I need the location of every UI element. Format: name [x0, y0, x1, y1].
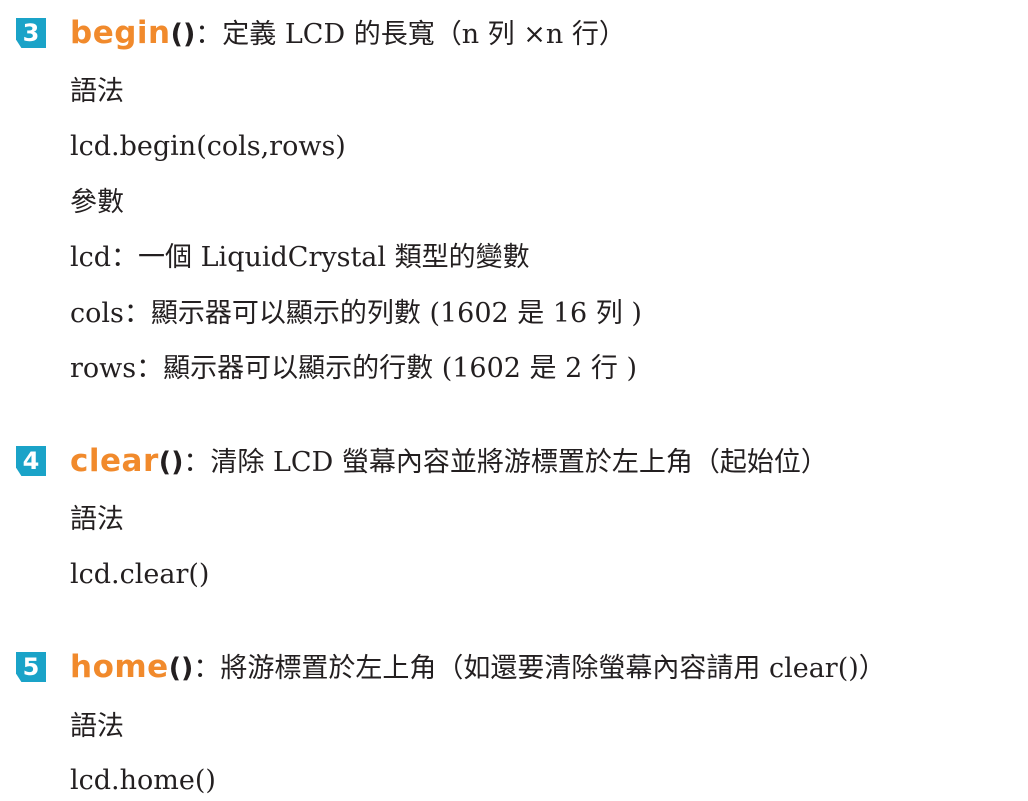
function-parens: ()	[170, 19, 196, 50]
params-label: 參數	[70, 187, 124, 218]
function-name: clear	[70, 443, 159, 479]
syntax-label: 語法	[70, 504, 124, 535]
syntax-code: lcd.clear()	[70, 559, 210, 590]
section-number-badge: 3	[16, 18, 46, 48]
function-description: ：將游標置於左上角（如還要清除螢幕內容請用 clear()）	[193, 653, 886, 684]
param-cols: cols：顯示器可以顯示的列數 (1602 是 16 列 )	[70, 298, 642, 329]
syntax-label: 語法	[70, 76, 124, 107]
function-description: ：定義 LCD 的長寬（n 列 ×n 行）	[195, 19, 626, 50]
section-number-badge: 5	[16, 652, 46, 682]
syntax-code: lcd.home()	[70, 765, 216, 796]
syntax-code: lcd.begin(cols,rows)	[70, 131, 346, 162]
param-rows: rows：顯示器可以顯示的行數 (1602 是 2 行 )	[70, 353, 637, 384]
section-number-badge: 4	[16, 446, 46, 476]
heading-text: clear () ：清除 LCD 螢幕內容並將游標置於左上角（起始位）	[70, 440, 828, 479]
function-parens: ()	[168, 653, 194, 684]
function-parens: ()	[158, 447, 184, 478]
heading-text: home () ：將游標置於左上角（如還要清除螢幕內容請用 clear()）	[70, 646, 886, 685]
param-lcd: lcd：一個 LiquidCrystal 類型的變數	[70, 242, 530, 273]
function-name: home	[70, 649, 169, 685]
heading-text: begin () ：定義 LCD 的長寬（n 列 ×n 行）	[70, 12, 626, 51]
function-description: ：清除 LCD 螢幕內容並將游標置於左上角（起始位）	[183, 447, 828, 478]
syntax-label: 語法	[70, 711, 124, 742]
function-name: begin	[70, 15, 171, 51]
